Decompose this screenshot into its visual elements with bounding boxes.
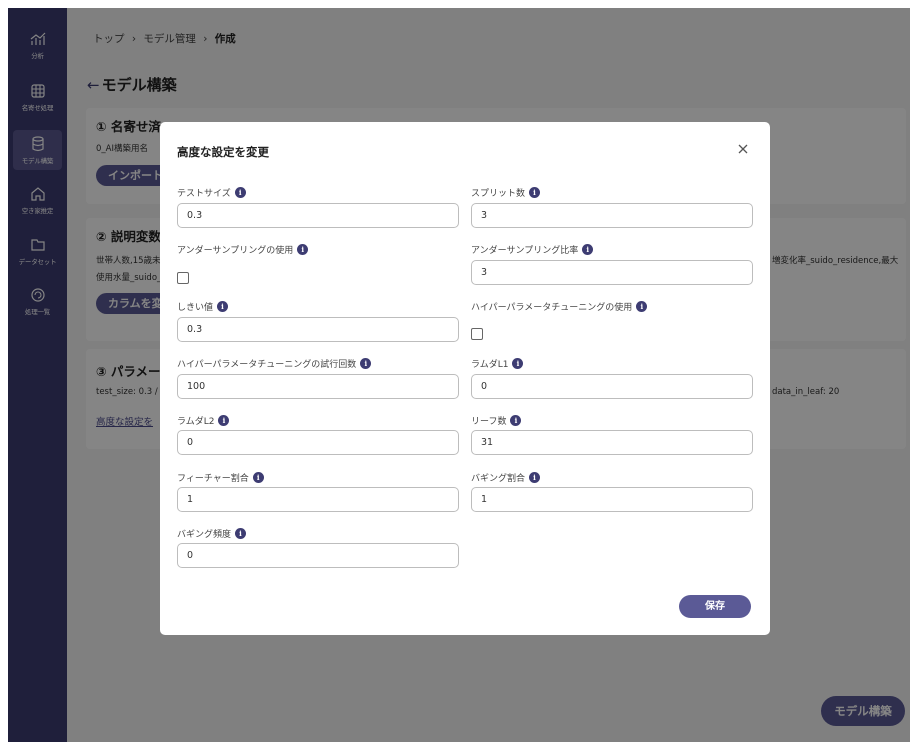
info-icon[interactable]: i [234,187,246,198]
bagging-freq-label: バギング頻度 i [177,527,247,540]
info-icon[interactable]: i [510,415,522,426]
undersampling-use-checkbox[interactable] [177,272,189,284]
lambda-l2-label: ラムダL2 i [177,414,230,427]
hyperparam-use-checkbox[interactable] [471,328,483,340]
undersampling-ratio-input[interactable] [471,260,753,285]
info-icon[interactable]: i [218,415,230,426]
info-icon[interactable]: i [582,244,594,255]
undersampling-use-label: アンダーサンプリングの使用 i [177,243,309,256]
lambda-l1-label: ラムダL1 i [471,357,524,370]
bagging-freq-input[interactable] [177,543,459,568]
save-button[interactable]: 保存 [679,595,751,618]
advanced-settings-modal: 高度な設定を変更 テストサイズi スプリット数i アンダーサンプリングの使用i … [160,122,770,635]
info-icon[interactable]: i [360,358,372,369]
hyperparam-trials-label: ハイパーパラメータチューニングの試行回数 i [177,357,372,370]
split-count-input[interactable] [471,203,753,228]
info-icon[interactable]: i [512,358,524,369]
info-icon[interactable]: i [636,301,648,312]
info-icon[interactable]: i [217,301,229,312]
leaf-count-input[interactable] [471,430,753,455]
leaf-count-label: リーフ数 i [471,414,522,427]
lambda-l1-input[interactable] [471,374,753,399]
info-icon[interactable]: i [529,472,541,483]
hyperparam-use-label: ハイパーパラメータチューニングの使用 i [471,300,648,313]
threshold-input[interactable] [177,317,459,342]
threshold-label: しきい値 i [177,300,229,313]
undersampling-ratio-label: アンダーサンプリング比率 i [471,243,594,256]
info-icon[interactable]: i [529,187,541,198]
split-count-label: スプリット数 i [471,186,541,199]
close-icon[interactable] [736,142,750,156]
hyperparam-trials-input[interactable] [177,374,459,399]
bagging-fraction-input[interactable] [471,487,753,512]
modal-title: 高度な設定を変更 [177,145,269,159]
test-size-label: テストサイズ i [177,186,246,199]
info-icon[interactable]: i [235,528,247,539]
info-icon[interactable]: i [252,472,264,483]
feature-fraction-label: フィーチャー割合 i [177,471,264,484]
info-icon[interactable]: i [297,244,309,255]
test-size-input[interactable] [177,203,459,228]
lambda-l2-input[interactable] [177,430,459,455]
feature-fraction-input[interactable] [177,487,459,512]
bagging-fraction-label: バギング割合 i [471,471,541,484]
